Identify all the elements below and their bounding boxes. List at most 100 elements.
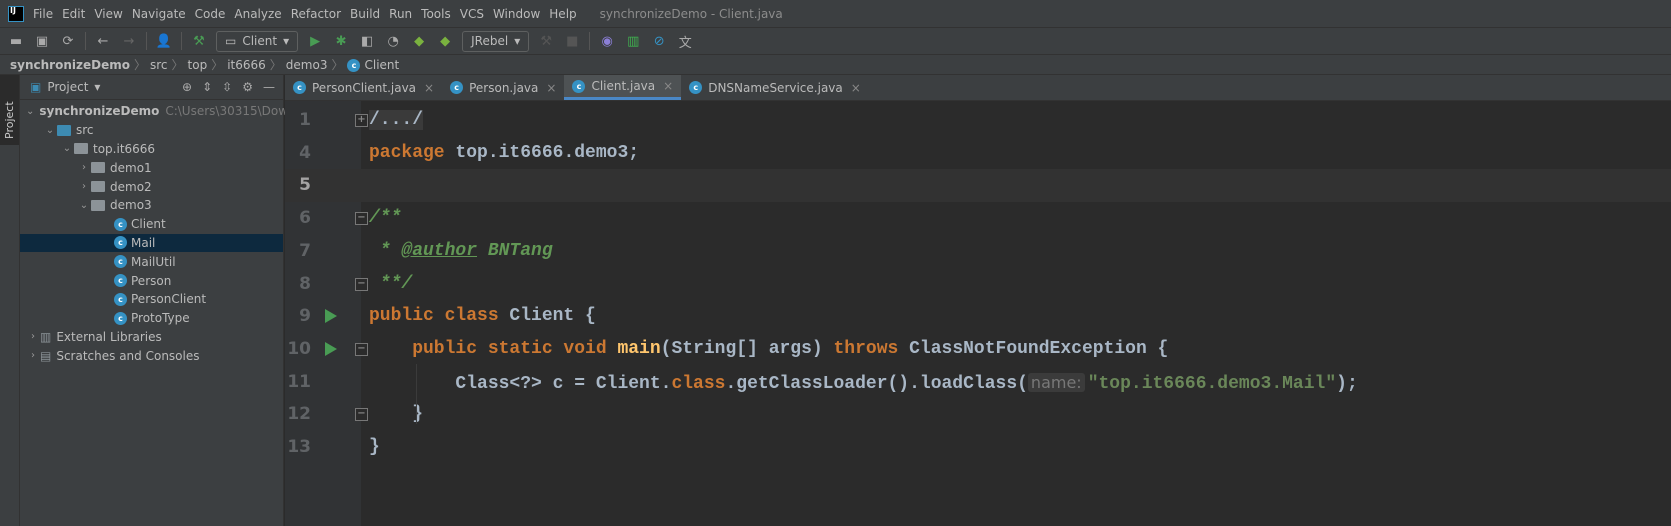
menu-tools[interactable]: Tools bbox=[421, 7, 451, 21]
menu-build[interactable]: Build bbox=[350, 7, 380, 21]
chevron-right-icon[interactable]: › bbox=[77, 162, 91, 173]
debug-icon[interactable]: ✱ bbox=[333, 33, 349, 49]
locate-icon[interactable]: ⊕ bbox=[182, 80, 192, 94]
fold-collapse-icon[interactable]: − bbox=[355, 408, 368, 422]
project-stripe-tab[interactable]: Project bbox=[0, 75, 19, 145]
forward-icon[interactable]: → bbox=[121, 33, 137, 49]
gear-icon[interactable]: ⚙ bbox=[242, 80, 253, 94]
minimize-icon[interactable]: — bbox=[263, 80, 275, 94]
tree-item-label: src bbox=[76, 123, 94, 138]
menu-refactor[interactable]: Refactor bbox=[291, 7, 341, 21]
tab-dnsnameservice[interactable]: c DNSNameService.java × bbox=[681, 75, 869, 100]
code-line[interactable]: 11 Class<?> c = Client.class.getClassLoa… bbox=[285, 366, 1671, 399]
menu-help[interactable]: Help bbox=[549, 7, 576, 21]
close-icon[interactable]: × bbox=[663, 79, 673, 93]
menu-view[interactable]: View bbox=[94, 7, 122, 21]
collapse-all-icon[interactable]: ⇳ bbox=[222, 80, 232, 94]
panel-title[interactable]: Project bbox=[47, 80, 88, 94]
back-icon[interactable]: ← bbox=[95, 33, 111, 49]
menu-analyze[interactable]: Analyze bbox=[234, 7, 281, 21]
menu-edit[interactable]: Edit bbox=[62, 7, 85, 21]
close-icon[interactable]: × bbox=[851, 81, 861, 95]
build-disabled-icon[interactable]: ⚒ bbox=[538, 33, 554, 49]
rebel-run-icon[interactable]: ◆ bbox=[411, 33, 427, 49]
menu-file[interactable]: File bbox=[33, 7, 53, 21]
coverage-icon[interactable]: ◧ bbox=[359, 33, 375, 49]
save-icon[interactable]: ▣ bbox=[34, 33, 50, 49]
run-icon[interactable]: ▶ bbox=[307, 33, 323, 49]
fold-collapse-icon[interactable]: − bbox=[355, 212, 368, 226]
tree-item[interactable]: c MailUtil bbox=[20, 252, 283, 271]
tree-item[interactable]: c Client bbox=[20, 215, 283, 234]
tab-label: Person.java bbox=[469, 80, 539, 95]
user-icon[interactable]: 👤 bbox=[156, 33, 172, 49]
menu-navigate[interactable]: Navigate bbox=[132, 7, 186, 21]
code-line[interactable]: 8 − **/ bbox=[285, 268, 1671, 301]
breadcrumb-item[interactable]: synchronizeDemo bbox=[10, 58, 130, 72]
chevron-down-icon[interactable]: ⌄ bbox=[60, 143, 74, 154]
tree-item[interactable]: ⌄ top.it6666 bbox=[20, 140, 283, 159]
code-line[interactable]: 4 package top.it6666.demo3; bbox=[285, 137, 1671, 170]
run-config-select[interactable]: ▭ Client ▾ bbox=[216, 30, 299, 52]
code-line[interactable]: 6 −/** bbox=[285, 202, 1671, 235]
tree-item[interactable]: c PersonClient bbox=[20, 290, 283, 309]
code-line[interactable]: 1 +/.../ bbox=[285, 104, 1671, 137]
run-gutter-icon[interactable] bbox=[325, 309, 337, 324]
chevron-down-icon[interactable]: ⌄ bbox=[77, 200, 91, 211]
menu-run[interactable]: Run bbox=[389, 7, 412, 21]
chevron-right-icon[interactable]: › bbox=[26, 350, 40, 361]
tab-personclient[interactable]: c PersonClient.java × bbox=[285, 75, 442, 100]
fold-expand-icon[interactable]: + bbox=[355, 114, 368, 127]
breadcrumb-item[interactable]: top bbox=[188, 58, 208, 72]
expand-all-icon[interactable]: ⇕ bbox=[202, 80, 212, 94]
fold-collapse-icon[interactable]: − bbox=[355, 342, 368, 356]
tree-item[interactable]: ⌄ src bbox=[20, 121, 283, 140]
tree-item[interactable]: ⌄ demo3 bbox=[20, 196, 283, 215]
chevron-down-icon[interactable]: ⌄ bbox=[26, 106, 34, 117]
tab-client[interactable]: c Client.java × bbox=[564, 75, 682, 100]
breadcrumb-item[interactable]: it6666 bbox=[227, 58, 266, 72]
stop-icon[interactable]: ■ bbox=[564, 33, 580, 49]
monitor-icon[interactable]: ▥ bbox=[625, 33, 641, 49]
breadcrumb-item[interactable]: src bbox=[150, 58, 168, 72]
profile-icon[interactable]: ◔ bbox=[385, 33, 401, 49]
translate-icon[interactable]: 文 bbox=[677, 33, 693, 51]
chevron-right-icon[interactable]: › bbox=[77, 181, 91, 192]
chevron-right-icon[interactable]: › bbox=[26, 331, 40, 342]
breadcrumb-item[interactable]: c Client bbox=[347, 58, 399, 72]
close-icon[interactable]: × bbox=[424, 81, 434, 95]
tree-item[interactable]: c Mail bbox=[20, 233, 283, 253]
panel-icon: ▣ bbox=[30, 80, 42, 94]
chevron-down-icon[interactable]: ▾ bbox=[94, 80, 100, 94]
close-icon[interactable]: × bbox=[546, 81, 556, 95]
rebel-debug-icon[interactable]: ◆ bbox=[437, 33, 453, 49]
tree-item[interactable]: c ProtoType bbox=[20, 309, 283, 328]
code-line[interactable]: 10 − public static void main(String[] arg… bbox=[285, 333, 1671, 366]
code-editor[interactable]: 1 +/.../4 package top.it6666.demo3; 5 6−/** 7… bbox=[285, 101, 1671, 526]
eclipse-icon[interactable]: ◉ bbox=[599, 33, 615, 49]
tree-item[interactable]: › demo2 bbox=[20, 177, 283, 196]
code-line[interactable]: 7 * @author BNTang bbox=[285, 235, 1671, 268]
tree-item[interactable]: c Person bbox=[20, 271, 283, 290]
fold-collapse-icon[interactable]: − bbox=[355, 277, 368, 291]
menu-code[interactable]: Code bbox=[195, 7, 226, 21]
code-line[interactable]: 9 public class Client { bbox=[285, 300, 1671, 333]
run-gutter-icon[interactable] bbox=[325, 341, 337, 356]
tab-person[interactable]: c Person.java × bbox=[442, 75, 564, 100]
breadcrumb-item[interactable]: demo3 bbox=[286, 58, 328, 72]
tree-item[interactable]: › ▤ Scratches and Consoles bbox=[20, 346, 283, 365]
open-folder-icon[interactable]: ▬ bbox=[8, 33, 24, 49]
sync-icon[interactable]: ⟳ bbox=[60, 33, 76, 49]
jrebel-select[interactable]: JRebel ▾ bbox=[462, 30, 530, 52]
tree-item[interactable]: › demo1 bbox=[20, 158, 283, 177]
code-line[interactable]: 13} bbox=[285, 431, 1671, 464]
code-line[interactable]: 12 − } bbox=[285, 398, 1671, 431]
tree-item[interactable]: ⌄ synchronizeDemo C:\Users\30315\Dow bbox=[20, 102, 288, 121]
tree-item[interactable]: › ▥ External Libraries bbox=[20, 328, 283, 347]
menu-window[interactable]: Window bbox=[493, 7, 540, 21]
chevron-down-icon[interactable]: ⌄ bbox=[43, 125, 57, 136]
disable-icon[interactable]: ⊘ bbox=[651, 33, 667, 49]
code-line[interactable]: 5 bbox=[285, 169, 1671, 203]
build-hammer-icon[interactable]: ⚒ bbox=[191, 33, 207, 49]
menu-vcs[interactable]: VCS bbox=[460, 7, 484, 21]
